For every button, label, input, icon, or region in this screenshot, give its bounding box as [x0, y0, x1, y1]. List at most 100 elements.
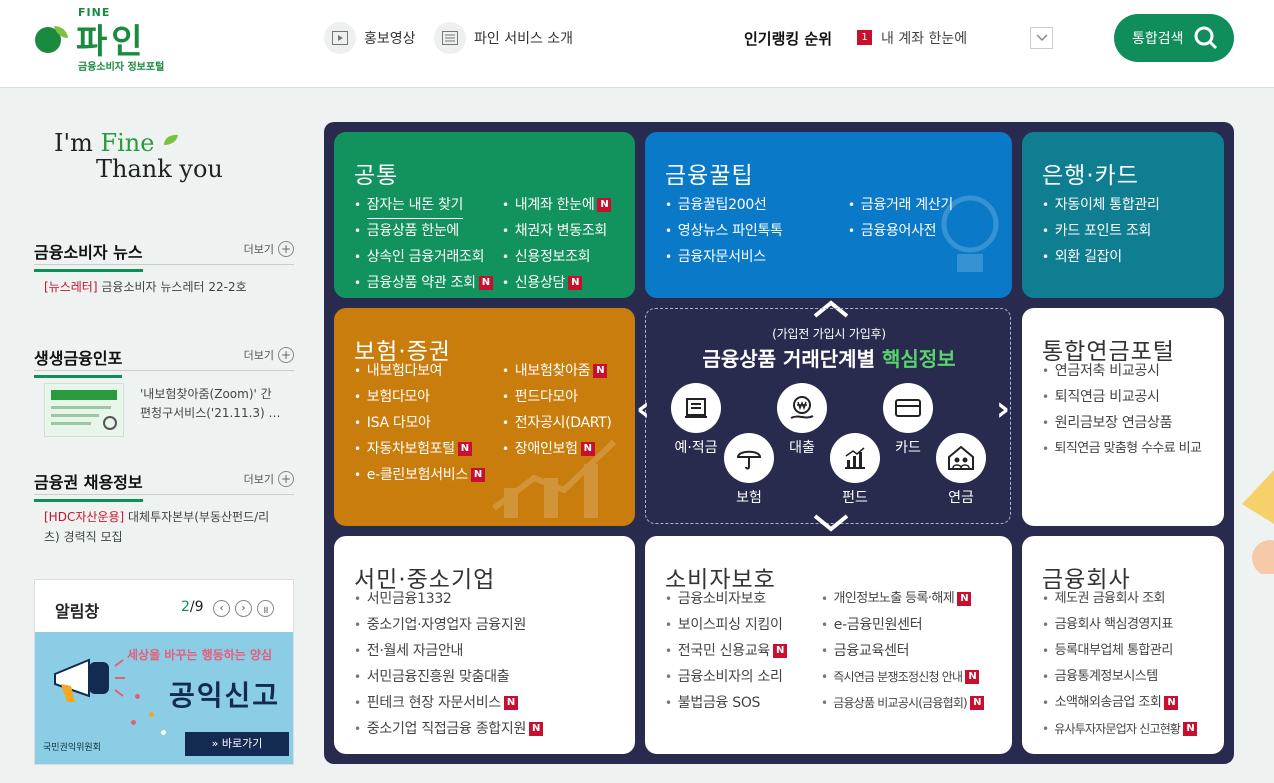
link-voice-phishing[interactable]: 보이스피싱 지킴이 — [665, 612, 787, 638]
link-1332[interactable]: 서민금융1332 — [354, 586, 543, 612]
link-insurance-compare[interactable]: 보험다모아 — [354, 384, 485, 410]
link-assoc-compare[interactable]: 금융상품 비교공시(금융협회)N — [821, 690, 984, 716]
link-my-insurance[interactable]: 내보험다보여 — [354, 358, 485, 384]
ranking-dropdown-button[interactable] — [1030, 27, 1053, 49]
finance-info-title: 생생금융인포 — [34, 345, 123, 378]
center-item-insurance[interactable]: 보험 — [714, 433, 784, 507]
nav-promo-video[interactable]: 홍보영상 — [324, 22, 416, 54]
link-car-insurance[interactable]: 자동차보험포털N — [354, 436, 485, 462]
link-tips-200[interactable]: 금융꿀팁200선 — [665, 192, 783, 218]
link-institution-inquiry[interactable]: 제도권 금융회사 조회 — [1042, 586, 1197, 612]
link-my-accounts[interactable]: 내계좌 한눈에N — [502, 192, 612, 218]
slogan: I'm Fine Thank you — [54, 129, 223, 183]
link-sme-support[interactable]: 중소기업·자영업자 금융지원 — [354, 612, 543, 638]
link-guaranteed-products[interactable]: 원리금보장 연금상품 — [1042, 410, 1201, 436]
center-item-fund[interactable]: 펀드 — [820, 433, 890, 507]
banner-go-button[interactable]: » 바로가기 — [185, 732, 289, 756]
finance-info-more-button[interactable]: 더보기 + — [244, 347, 294, 363]
link-direct-finance[interactable]: 중소기업 직접금융 종합지원N — [354, 716, 544, 742]
link-fund-compare[interactable]: 펀드다모아 — [502, 384, 612, 410]
link-eclean-insurance[interactable]: e-클린보험서비스N — [354, 462, 485, 488]
card-tips-title: 금융꿀팁 — [665, 163, 754, 189]
link-creditor-change[interactable]: 채권자 변동조회 — [502, 218, 611, 244]
book-icon — [685, 398, 707, 418]
card-tips: 금융꿀팁 금융꿀팁200선 영상뉴스 파인톡톡 금융자문서비스 금융거래 계산기… — [645, 132, 1012, 298]
link-fintech-advisory[interactable]: 핀테크 현장 자문서비스N — [354, 690, 543, 716]
site-logo[interactable]: FINE 파인 금융소비자 정보포털 — [34, 6, 174, 73]
link-glossary[interactable]: 금융용어사전 — [848, 218, 953, 244]
jobs-tag: [HDC자산운용] — [44, 510, 125, 524]
link-education-center[interactable]: 금융교육센터 — [821, 638, 984, 664]
jobs-item[interactable]: [HDC자산운용] 대체투자본부(부동산펀드/리 츠) 경력직 모집 — [34, 507, 294, 547]
link-disability-insurance[interactable]: 장애인보험N — [502, 436, 612, 462]
link-video-news[interactable]: 영상뉴스 파인톡톡 — [665, 218, 783, 244]
next-arrow-icon[interactable]: › — [996, 392, 1010, 426]
list-icon — [434, 22, 466, 54]
link-custom-loan[interactable]: 서민금융진흥원 맞춤대출 — [354, 664, 543, 690]
link-auto-transfer[interactable]: 자동이체 통합관리 — [1042, 192, 1160, 218]
link-e-complaint[interactable]: e-금융민원센터 — [821, 612, 984, 638]
megaphone-icon — [54, 658, 125, 702]
finance-info-section: 생생금융인포 더보기 + '내보험찾아줌(Zoom)' 간 편청구서비스('21.… — [34, 341, 294, 437]
link-find-insurance[interactable]: 내보험찾아줌N — [502, 358, 612, 384]
banner-organization: 국민권익위원회 — [43, 743, 101, 753]
next-icon[interactable]: › — [235, 600, 252, 617]
bar-chart-icon — [845, 447, 865, 469]
link-forex-guide[interactable]: 외환 길잡이 — [1042, 244, 1160, 270]
new-badge: N — [470, 468, 485, 482]
card-protection: 소비자보호 금융소비자보호 보이스피싱 지킴이 전국민 신용교육N 금융소비자의… — [645, 536, 1012, 754]
new-badge: N — [529, 722, 544, 736]
link-credit-counsel[interactable]: 신용상담N — [502, 270, 611, 296]
link-advisory[interactable]: 금융자문서비스 — [665, 244, 783, 270]
link-statistics-system[interactable]: 금융통계정보시스템 — [1042, 664, 1197, 690]
nav-promo-video-label: 홍보영상 — [364, 31, 416, 47]
ranking-item[interactable]: 내 계좌 한눈에 — [881, 28, 967, 48]
link-privacy-exposure[interactable]: 개인정보노출 등록·해제N — [821, 586, 984, 612]
chevron-down-icon[interactable] — [813, 514, 849, 532]
nav-service-intro[interactable]: 파인 서비스 소개 — [434, 22, 573, 54]
more-label: 더보기 — [243, 243, 274, 256]
link-isa-compare[interactable]: ISA 다모아 — [354, 410, 485, 436]
new-badge: N — [965, 670, 980, 684]
link-annuity-dispute[interactable]: 즉시연금 분쟁조정신청 안내N — [821, 664, 984, 690]
prev-icon[interactable]: ‹ — [213, 600, 230, 617]
new-badge: N — [503, 696, 518, 710]
more-label: 더보기 — [243, 349, 274, 362]
consumer-news-more-button[interactable]: 더보기 + — [244, 241, 294, 257]
consumer-news-item[interactable]: [뉴스레터] 금융소비자 뉴스레터 22-2호 — [34, 277, 294, 297]
link-credit-info[interactable]: 신용정보조회 — [502, 244, 611, 270]
pause-icon[interactable]: ॥ — [257, 600, 274, 617]
link-credit-education[interactable]: 전국민 신용교육N — [665, 638, 787, 664]
jobs-more-button[interactable]: 더보기 + — [244, 471, 294, 487]
link-consumer-voice[interactable]: 금융소비자의 소리 — [665, 664, 787, 690]
link-card-points[interactable]: 카드 포인트 조회 — [1042, 218, 1160, 244]
new-badge: N — [597, 198, 612, 212]
card-common-title: 공통 — [354, 163, 399, 189]
news-text: 금융소비자 뉴스레터 22-2호 — [101, 280, 247, 294]
link-consumer-protection[interactable]: 금융소비자보호 — [665, 586, 787, 612]
link-rent-fund[interactable]: 전·월세 자금안내 — [354, 638, 543, 664]
link-inheritance-inquiry[interactable]: 상속인 금융거래조회 — [354, 244, 493, 270]
link-dart[interactable]: 전자공시(DART) — [502, 410, 612, 436]
link-advisory-report[interactable]: 유사투자자문업자 신고현황N — [1042, 716, 1198, 742]
integrated-search-button[interactable]: 통합검색 — [1114, 14, 1234, 62]
card-bank: 은행·카드 자동이체 통합관리 카드 포인트 조회 외환 길잡이 — [1022, 132, 1224, 298]
link-illegal-sos[interactable]: 불법금융 SOS — [665, 690, 787, 716]
link-product-overview[interactable]: 금융상품 한눈에 — [354, 218, 493, 244]
link-key-indicators[interactable]: 금융회사 핵심경영지표 — [1042, 612, 1197, 638]
link-calculator[interactable]: 금융거래 계산기 — [848, 192, 954, 218]
link-dormant-money[interactable]: 잠자는 내돈 찾기 — [354, 192, 493, 219]
whistleblower-banner[interactable]: 세상을 바꾸는 행동하는 양심 공익신고 » 바로가기 국민권익위원회 — [35, 632, 293, 764]
link-lender-registry[interactable]: 등록대부업체 통합관리 — [1042, 638, 1197, 664]
prev-arrow-icon[interactable]: ‹ — [636, 392, 650, 426]
link-retirement-pension[interactable]: 퇴직연금 비교공시 — [1042, 384, 1201, 410]
center-title-highlight: 핵심정보 — [881, 347, 956, 371]
link-pension-savings[interactable]: 연금저축 비교공시 — [1042, 358, 1201, 384]
link-remittance-inquiry[interactable]: 소액해외송금업 조회N — [1042, 690, 1197, 716]
center-item-pension[interactable]: 연금 — [926, 433, 996, 507]
more-label: 더보기 — [243, 473, 274, 486]
logo-title: 파인 — [76, 22, 147, 62]
link-fee-compare[interactable]: 퇴직연금 맞춤형 수수료 비교 — [1042, 436, 1202, 462]
finance-info-item[interactable]: '내보험찾아줌(Zoom)' 간 편청구서비스('21.11.3) … — [34, 383, 294, 437]
link-terms-inquiry[interactable]: 금융상품 약관 조회N — [354, 270, 493, 296]
